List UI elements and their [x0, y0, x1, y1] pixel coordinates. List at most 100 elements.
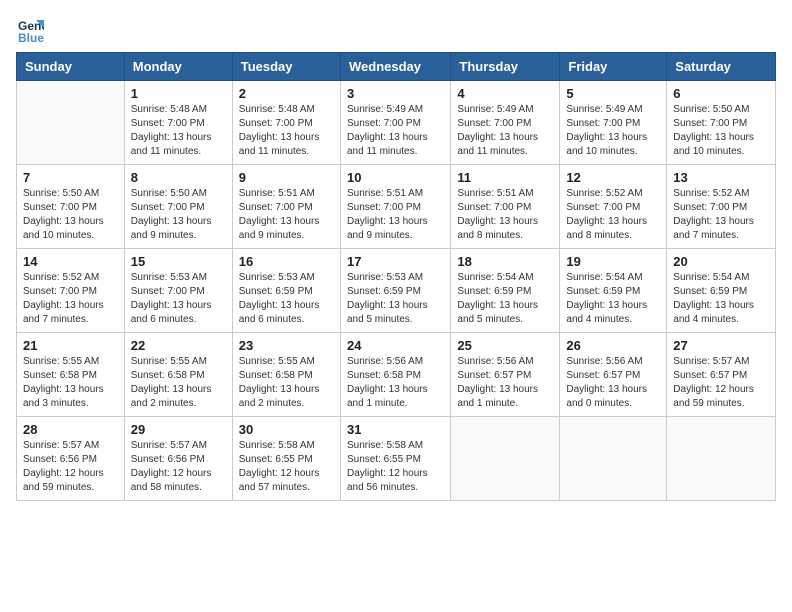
day-number: 28	[23, 422, 118, 437]
calendar-day-cell: 5Sunrise: 5:49 AM Sunset: 7:00 PM Daylig…	[560, 81, 667, 165]
day-number: 11	[457, 170, 553, 185]
day-number: 15	[131, 254, 226, 269]
day-info: Sunrise: 5:53 AM Sunset: 6:59 PM Dayligh…	[347, 271, 444, 327]
day-info: Sunrise: 5:52 AM Sunset: 7:00 PM Dayligh…	[23, 271, 118, 327]
day-info: Sunrise: 5:53 AM Sunset: 6:59 PM Dayligh…	[239, 271, 334, 327]
calendar-day-cell: 11 Sunrise: 5:51 AM Sunset: 7:00 PM Dayli…	[451, 165, 560, 249]
calendar-body: 1 Sunrise: 5:48 AM Sunset: 7:00 PM Daylig…	[17, 81, 776, 501]
day-info: Sunrise: 5:52 AM Sunset: 7:00 PM Dayligh…	[673, 187, 769, 243]
calendar-day-cell: 19Sunrise: 5:54 AM Sunset: 6:59 PM Dayli…	[560, 249, 667, 333]
calendar-day-cell: 1 Sunrise: 5:48 AM Sunset: 7:00 PM Daylig…	[124, 81, 232, 165]
calendar-day-cell: 22Sunrise: 5:55 AM Sunset: 6:58 PM Dayli…	[124, 333, 232, 417]
day-number: 9	[239, 170, 334, 185]
day-info: Sunrise: 5:53 AM Sunset: 7:00 PM Dayligh…	[131, 271, 226, 327]
day-info: Sunrise: 5:50 AM Sunset: 7:00 PM Dayligh…	[23, 187, 118, 243]
day-number: 23	[239, 338, 334, 353]
calendar-day-cell: 10 Sunrise: 5:51 AM Sunset: 7:00 PM Dayli…	[340, 165, 450, 249]
calendar-week-row: 21 Sunrise: 5:55 AM Sunset: 6:58 PM Dayli…	[17, 333, 776, 417]
page-header: General Blue	[16, 16, 776, 44]
day-info: Sunrise: 5:56 AM Sunset: 6:57 PM Dayligh…	[457, 355, 553, 411]
day-info: Sunrise: 5:56 AM Sunset: 6:58 PM Dayligh…	[347, 355, 444, 411]
day-number: 1	[131, 86, 226, 101]
calendar-header-row: SundayMondayTuesdayWednesdayThursdayFrid…	[17, 53, 776, 81]
calendar-header-cell: Sunday	[17, 53, 125, 81]
calendar-week-row: 7 Sunrise: 5:50 AM Sunset: 7:00 PM Daylig…	[17, 165, 776, 249]
calendar-day-cell: 27Sunrise: 5:57 AM Sunset: 6:57 PM Dayli…	[667, 333, 776, 417]
calendar-day-cell: 20 Sunrise: 5:54 AM Sunset: 6:59 PM Dayli…	[667, 249, 776, 333]
calendar-day-cell: 31Sunrise: 5:58 AM Sunset: 6:55 PM Dayli…	[340, 417, 450, 501]
calendar-day-cell: 29 Sunrise: 5:57 AM Sunset: 6:56 PM Dayli…	[124, 417, 232, 501]
day-info: Sunrise: 5:56 AM Sunset: 6:57 PM Dayligh…	[566, 355, 660, 411]
day-info: Sunrise: 5:54 AM Sunset: 6:59 PM Dayligh…	[566, 271, 660, 327]
calendar-day-cell: 21Sunrise: 5:55 AM Sunset: 6:58 PM Dayli…	[17, 333, 125, 417]
calendar-day-cell	[17, 81, 125, 165]
calendar-day-cell: 2 Sunrise: 5:48 AM Sunset: 7:00 PM Daylig…	[232, 81, 340, 165]
day-number: 25	[457, 338, 553, 353]
day-info: Sunrise: 5:57 AM Sunset: 6:56 PM Dayligh…	[131, 439, 226, 495]
day-info: Sunrise: 5:58 AM Sunset: 6:55 PM Dayligh…	[239, 439, 334, 495]
day-number: 14	[23, 254, 118, 269]
logo: General Blue	[16, 16, 48, 44]
calendar-table: SundayMondayTuesdayWednesdayThursdayFrid…	[16, 52, 776, 501]
calendar-header-cell: Friday	[560, 53, 667, 81]
calendar-day-cell: 9 Sunrise: 5:51 AM Sunset: 7:00 PM Daylig…	[232, 165, 340, 249]
calendar-day-cell: 6 Sunrise: 5:50 AM Sunset: 7:00 PM Daylig…	[667, 81, 776, 165]
day-number: 10	[347, 170, 444, 185]
day-number: 20	[673, 254, 769, 269]
calendar-header-cell: Saturday	[667, 53, 776, 81]
day-number: 2	[239, 86, 334, 101]
calendar-header-cell: Thursday	[451, 53, 560, 81]
day-info: Sunrise: 5:49 AM Sunset: 7:00 PM Dayligh…	[566, 103, 660, 159]
day-number: 17	[347, 254, 444, 269]
calendar-day-cell: 14 Sunrise: 5:52 AM Sunset: 7:00 PM Dayli…	[17, 249, 125, 333]
calendar-day-cell	[560, 417, 667, 501]
calendar-week-row: 14 Sunrise: 5:52 AM Sunset: 7:00 PM Dayli…	[17, 249, 776, 333]
calendar-header-cell: Tuesday	[232, 53, 340, 81]
calendar-day-cell: 12Sunrise: 5:52 AM Sunset: 7:00 PM Dayli…	[560, 165, 667, 249]
day-info: Sunrise: 5:51 AM Sunset: 7:00 PM Dayligh…	[347, 187, 444, 243]
day-info: Sunrise: 5:57 AM Sunset: 6:56 PM Dayligh…	[23, 439, 118, 495]
day-number: 8	[131, 170, 226, 185]
day-info: Sunrise: 5:48 AM Sunset: 7:00 PM Dayligh…	[239, 103, 334, 159]
calendar-day-cell: 26 Sunrise: 5:56 AM Sunset: 6:57 PM Dayli…	[560, 333, 667, 417]
day-number: 4	[457, 86, 553, 101]
day-number: 29	[131, 422, 226, 437]
calendar-day-cell: 17 Sunrise: 5:53 AM Sunset: 6:59 PM Dayli…	[340, 249, 450, 333]
calendar-day-cell: 7 Sunrise: 5:50 AM Sunset: 7:00 PM Daylig…	[17, 165, 125, 249]
day-number: 6	[673, 86, 769, 101]
day-number: 16	[239, 254, 334, 269]
day-info: Sunrise: 5:50 AM Sunset: 7:00 PM Dayligh…	[673, 103, 769, 159]
calendar-week-row: 28 Sunrise: 5:57 AM Sunset: 6:56 PM Dayli…	[17, 417, 776, 501]
calendar-day-cell	[667, 417, 776, 501]
day-info: Sunrise: 5:55 AM Sunset: 6:58 PM Dayligh…	[239, 355, 334, 411]
day-info: Sunrise: 5:51 AM Sunset: 7:00 PM Dayligh…	[239, 187, 334, 243]
day-info: Sunrise: 5:49 AM Sunset: 7:00 PM Dayligh…	[457, 103, 553, 159]
logo-icon: General Blue	[16, 16, 44, 44]
day-info: Sunrise: 5:48 AM Sunset: 7:00 PM Dayligh…	[131, 103, 226, 159]
calendar-day-cell: 23 Sunrise: 5:55 AM Sunset: 6:58 PM Dayli…	[232, 333, 340, 417]
calendar-day-cell: 16 Sunrise: 5:53 AM Sunset: 6:59 PM Dayli…	[232, 249, 340, 333]
day-info: Sunrise: 5:54 AM Sunset: 6:59 PM Dayligh…	[457, 271, 553, 327]
day-info: Sunrise: 5:51 AM Sunset: 7:00 PM Dayligh…	[457, 187, 553, 243]
calendar-day-cell: 15 Sunrise: 5:53 AM Sunset: 7:00 PM Dayli…	[124, 249, 232, 333]
day-number: 13	[673, 170, 769, 185]
calendar-day-cell: 4 Sunrise: 5:49 AM Sunset: 7:00 PM Daylig…	[451, 81, 560, 165]
day-number: 26	[566, 338, 660, 353]
day-number: 7	[23, 170, 118, 185]
calendar-day-cell: 28 Sunrise: 5:57 AM Sunset: 6:56 PM Dayli…	[17, 417, 125, 501]
calendar-day-cell: 25 Sunrise: 5:56 AM Sunset: 6:57 PM Dayli…	[451, 333, 560, 417]
day-info: Sunrise: 5:58 AM Sunset: 6:55 PM Dayligh…	[347, 439, 444, 495]
calendar-week-row: 1 Sunrise: 5:48 AM Sunset: 7:00 PM Daylig…	[17, 81, 776, 165]
day-info: Sunrise: 5:52 AM Sunset: 7:00 PM Dayligh…	[566, 187, 660, 243]
calendar-header-cell: Monday	[124, 53, 232, 81]
calendar-day-cell: 24Sunrise: 5:56 AM Sunset: 6:58 PM Dayli…	[340, 333, 450, 417]
day-number: 21	[23, 338, 118, 353]
calendar-day-cell: 13 Sunrise: 5:52 AM Sunset: 7:00 PM Dayli…	[667, 165, 776, 249]
day-info: Sunrise: 5:54 AM Sunset: 6:59 PM Dayligh…	[673, 271, 769, 327]
calendar-day-cell: 8 Sunrise: 5:50 AM Sunset: 7:00 PM Daylig…	[124, 165, 232, 249]
day-number: 3	[347, 86, 444, 101]
calendar-day-cell: 30Sunrise: 5:58 AM Sunset: 6:55 PM Dayli…	[232, 417, 340, 501]
day-number: 18	[457, 254, 553, 269]
day-info: Sunrise: 5:50 AM Sunset: 7:00 PM Dayligh…	[131, 187, 226, 243]
day-info: Sunrise: 5:55 AM Sunset: 6:58 PM Dayligh…	[131, 355, 226, 411]
